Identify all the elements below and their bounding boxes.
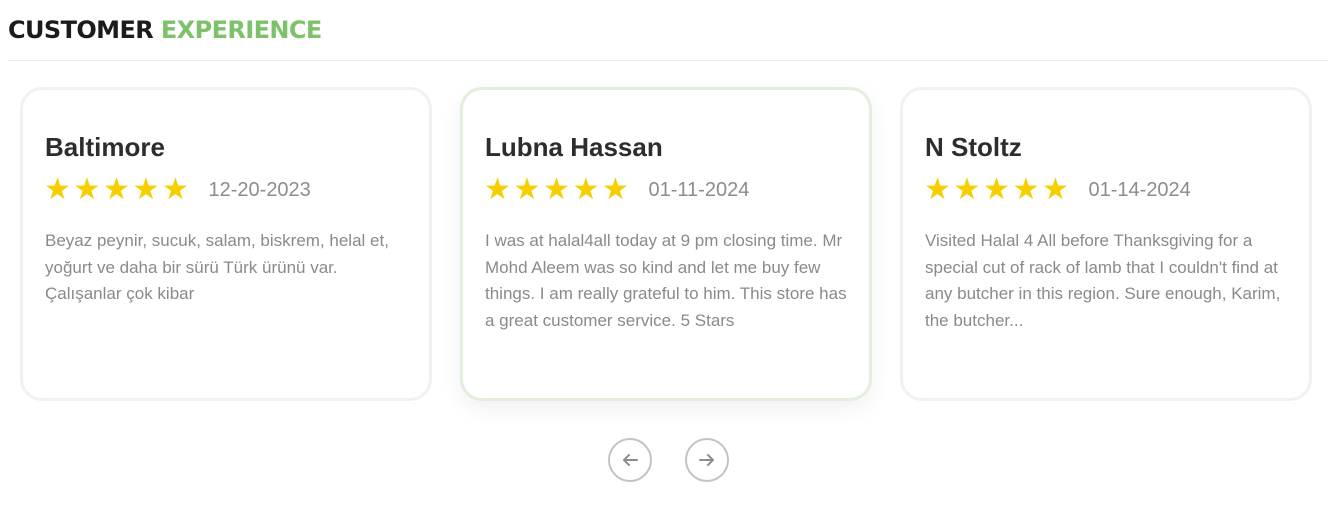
star-icon: ★ xyxy=(924,173,951,206)
review-meta: ★ ★ ★ ★ ★ 12-20-2023 xyxy=(44,175,311,205)
header-divider xyxy=(8,60,1328,61)
carousel-prev-button[interactable] xyxy=(608,438,652,482)
star-rating: ★ ★ ★ ★ ★ xyxy=(924,175,1072,205)
review-text: Beyaz peynir, sucuk, salam, biskrem, hel… xyxy=(45,231,389,303)
star-icon: ★ xyxy=(1012,173,1040,206)
star-icon: ★ xyxy=(484,173,511,206)
star-icon: ★ xyxy=(513,173,541,206)
review-card: Baltimore ★ ★ ★ ★ ★ 12-20-2023 Beyaz pey… xyxy=(20,87,432,401)
reviewer-name: N Stoltz xyxy=(925,132,1022,162)
reviewer-name: Lubna Hassan xyxy=(485,132,663,162)
star-icon: ★ xyxy=(602,173,629,206)
star-icon: ★ xyxy=(572,173,600,206)
star-rating: ★ ★ ★ ★ ★ xyxy=(484,175,632,205)
star-icon: ★ xyxy=(162,173,189,206)
reviewer-name: Baltimore xyxy=(45,132,165,162)
star-icon: ★ xyxy=(953,173,981,206)
section-title-accent: EXPERIENCE xyxy=(160,16,322,44)
review-text: Visited Halal 4 All before Thanksgiving … xyxy=(925,231,1281,330)
review-date: 12-20-2023 xyxy=(208,178,311,201)
star-icon: ★ xyxy=(103,173,130,206)
review-card: N Stoltz ★ ★ ★ ★ ★ 01-14-2024 Visited Ha… xyxy=(900,87,1312,401)
carousel-next-button[interactable] xyxy=(685,438,729,482)
section-header: CUSTOMER EXPERIENCE xyxy=(8,14,322,46)
star-icon: ★ xyxy=(983,173,1010,206)
review-card-active: Lubna Hassan ★ ★ ★ ★ ★ 01-11-2024 I was … xyxy=(460,87,872,401)
star-icon: ★ xyxy=(73,173,101,206)
arrow-left-icon xyxy=(623,454,638,466)
star-icon: ★ xyxy=(543,173,570,206)
star-rating: ★ ★ ★ ★ ★ xyxy=(44,175,192,205)
review-text: I was at halal4all today at 9 pm closing… xyxy=(485,231,847,330)
star-icon: ★ xyxy=(44,173,71,206)
section-title-primary: CUSTOMER xyxy=(8,16,154,44)
arrow-right-icon xyxy=(699,454,714,466)
star-icon: ★ xyxy=(132,173,160,206)
review-meta: ★ ★ ★ ★ ★ 01-14-2024 xyxy=(924,175,1191,205)
review-meta: ★ ★ ★ ★ ★ 01-11-2024 xyxy=(484,175,749,205)
review-date: 01-14-2024 xyxy=(1088,178,1191,201)
review-date: 01-11-2024 xyxy=(648,178,750,201)
star-icon: ★ xyxy=(1042,173,1069,206)
